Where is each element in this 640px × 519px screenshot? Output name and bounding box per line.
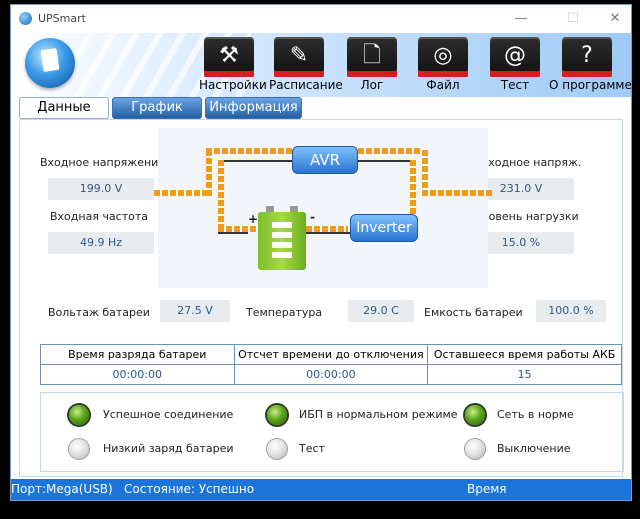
battery-voltage-label: Вольтаж батареи [48,306,150,319]
left-upper-wire [206,148,212,196]
normal-mode-label: ИБП в нормальном режиме [299,408,458,421]
title-bar: UPSmart — ☐ ✕ [11,5,631,33]
question-icon: ? [562,37,612,77]
battery-plus-sign: + [248,212,259,226]
tab-info[interactable]: Информация [205,97,302,119]
app-window: UPSmart — ☐ ✕ ⚒ Настройки ✎ Расписание 🗋… [10,4,632,501]
connection-label: Успешное соединение [103,408,234,421]
connection-led [69,405,89,425]
tab-bar: Данные График Информация [19,97,304,119]
disc-icon: ◎ [418,37,468,77]
schedule-label: Расписание [269,78,343,92]
pencil-icon: ✎ [274,37,324,77]
input-voltage-value: 199.0 V [48,178,154,200]
uptime-status: Время работы:03Д:07:14:24 [467,482,507,496]
battery-capacity-label: Емкость батареи [424,306,523,319]
connection-state: Состояние: Успешно [124,482,255,496]
shutdown-countdown-value: 00:00:00 [233,364,429,385]
log-label: Лог [360,78,384,92]
status-indicators: Успешное соединение ИБП в нормальном реж… [40,392,624,472]
status-bar: Порт:Mega(USB) Состояние: Успешно Время … [11,479,631,500]
app-icon [19,12,32,25]
low-battery-led [69,439,89,459]
window-title: UPSmart [38,12,86,25]
minimize-button[interactable]: — [507,9,535,29]
timing-table: Время разряда батареи Отсчет времени до … [40,344,622,385]
shutdown-label: Выключение [497,442,571,455]
shutdown-led [465,439,485,459]
shutdown-countdown-header: Отсчет времени до отключения [233,344,429,365]
battery-minus-sign: - [310,210,315,224]
output-voltage-label: Выходное напряж. [472,156,582,169]
app-logo [25,38,75,88]
settings-label: Настройки [199,78,267,92]
battery-voltage-value: 27.5 V [160,300,230,322]
power-flow-diagram: AVR Inverter + - [154,128,492,288]
temperature-value: 29.0 C [348,300,414,322]
battery-icon [258,206,306,270]
toolbar-banner: ⚒ Настройки ✎ Расписание 🗋 Лог ◎ Файл @ … [11,33,631,97]
low-battery-label: Низкий заряд батареи [103,442,234,455]
normal-mode-led [267,405,287,425]
temperature-label: Температура [246,306,323,319]
file-button[interactable]: ◎ Файл [413,37,473,97]
test-indicator-label: Тест [299,442,325,455]
battery-plus-line [218,232,248,234]
test-button[interactable]: @ Тест [485,37,545,97]
input-frequency-label: Входная частота [50,210,149,223]
data-panel: Входное напряжение 199.0 V Входная часто… [19,119,624,477]
log-button[interactable]: 🗋 Лог [342,37,402,97]
battery-minus-line [306,232,352,234]
schedule-button[interactable]: ✎ Расписание [269,37,343,97]
tab-data[interactable]: Данные [19,97,109,119]
grid-ok-label: Сеть в норме [497,408,574,421]
discharge-time-header: Время разряда батареи [40,344,235,365]
avr-block: AVR [292,146,358,174]
inverter-block: Inverter [350,214,418,242]
battery-capacity-value: 100.0 % [536,300,606,322]
port-status: Порт:Mega(USB) [11,482,113,496]
discharge-time-value: 00:00:00 [40,364,235,385]
input-frequency-value: 49.9 Hz [48,232,154,254]
test-label: Тест [500,78,530,92]
left-lower-wire [218,160,224,230]
document-icon: 🗋 [347,37,397,77]
output-wire [422,190,492,196]
tab-chart[interactable]: График [112,97,202,119]
at-icon: @ [490,37,540,77]
about-label: О программе [549,78,631,92]
hammer-icon: ⚒ [204,37,254,77]
grid-ok-led [465,405,485,425]
load-level-label: Уровень нагрузки [475,210,579,223]
input-voltage-label: Входное напряжение [40,156,166,169]
remaining-runtime-value: 15 [427,364,622,385]
about-button[interactable]: ? О программе [549,37,631,97]
close-button[interactable]: ✕ [601,9,629,29]
test-led [267,439,287,459]
file-label: Файл [426,78,460,92]
settings-button[interactable]: ⚒ Настройки [199,37,267,97]
maximize-button[interactable]: ☐ [559,9,587,29]
input-wire [154,190,206,196]
right-upper-wire [422,148,428,196]
remaining-runtime-header: Оставшееся время работы АКБ [427,344,622,365]
